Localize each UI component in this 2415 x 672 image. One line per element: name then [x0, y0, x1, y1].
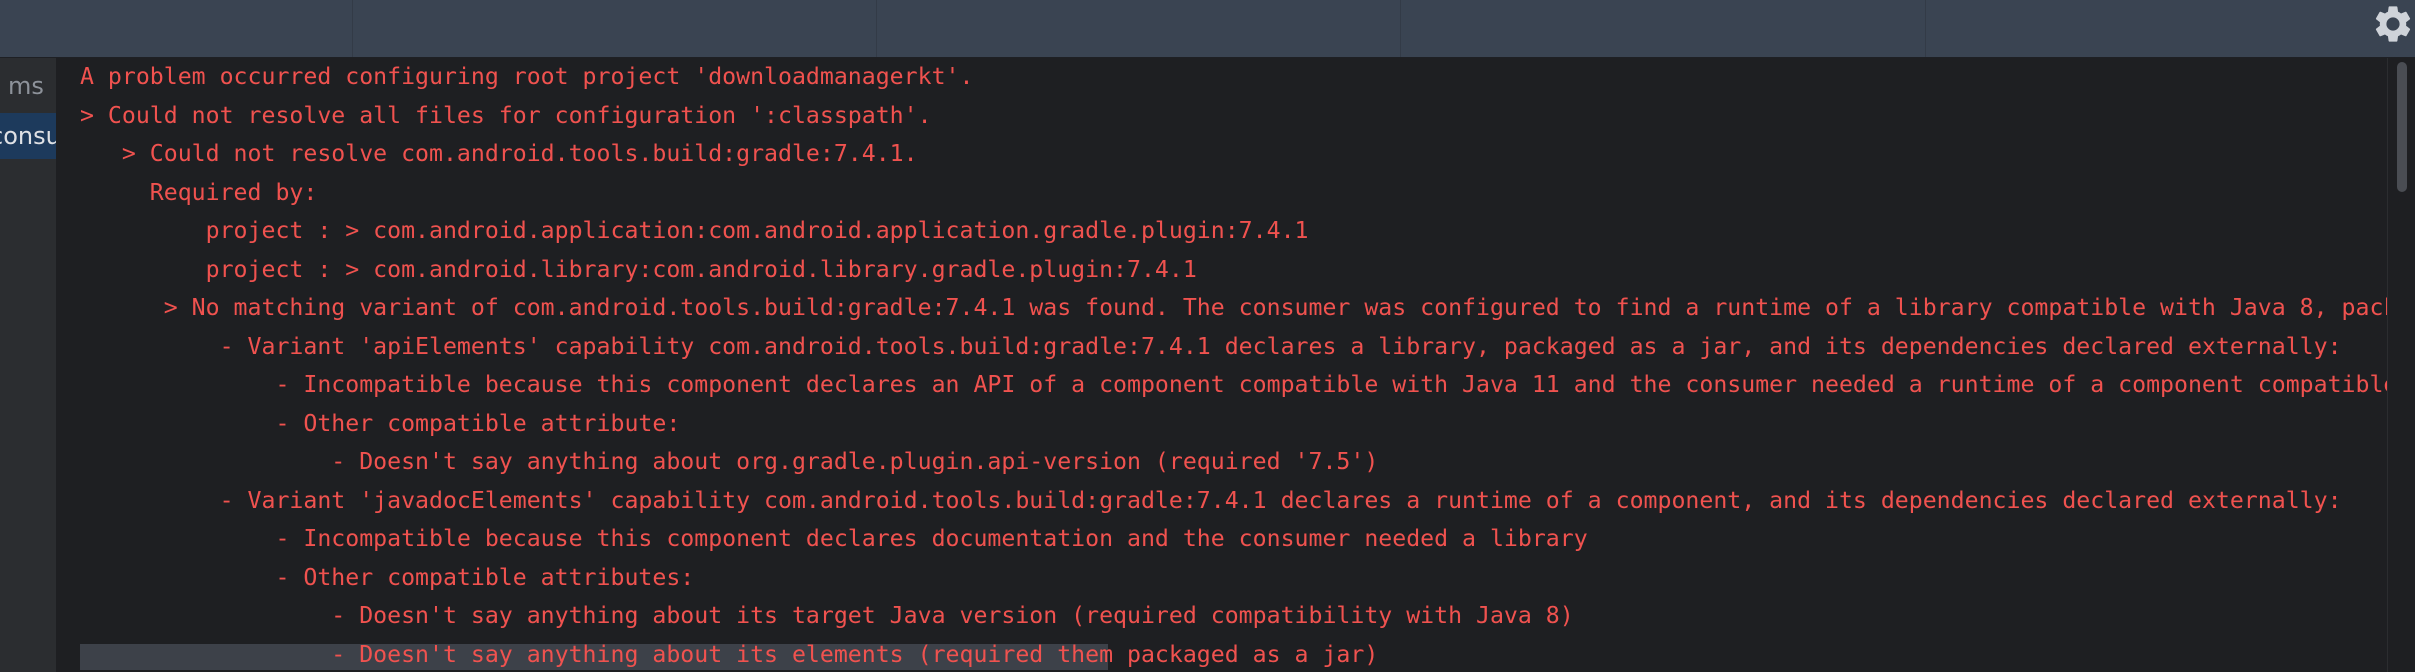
sidebar-item-console[interactable]: consu [0, 113, 56, 159]
console-line: > Could not resolve com.android.tools.bu… [80, 140, 918, 167]
console-line: > Could not resolve all files for config… [80, 101, 932, 129]
console-line: - Doesn't say anything about its target … [80, 602, 1574, 629]
console-line: A problem occurred configuring root proj… [80, 63, 974, 90]
vertical-scrollbar[interactable] [2387, 58, 2415, 672]
console-line: - Incompatible because this component de… [80, 525, 1588, 552]
sidebar-item-label: ms [8, 72, 44, 100]
console-line: - Incompatible because this component de… [80, 371, 2387, 398]
toolbar-divider [876, 0, 877, 57]
toolbar-divider [1400, 0, 1401, 57]
console-line: - Other compatible attribute: [80, 409, 681, 437]
sidebar-item-label: consu [0, 122, 56, 150]
top-toolbar [0, 0, 2415, 58]
gear-icon[interactable] [2371, 2, 2415, 46]
sidebar-item-ms[interactable]: ms [0, 63, 56, 109]
toolbar-divider [1925, 0, 1926, 57]
app-window: ms consu A problem occurred configuring … [0, 0, 2415, 672]
tool-window-sidebar: ms consu [0, 58, 57, 672]
console-line: project : > com.android.library:com.andr… [80, 255, 1197, 283]
console-line: Required by: [80, 178, 318, 206]
scrollbar-thumb[interactable] [2397, 62, 2407, 192]
console-line: - Doesn't say anything about org.gradle.… [80, 448, 1379, 475]
console-line: - Doesn't say anything about its element… [80, 640, 1379, 668]
toolbar-divider [352, 0, 353, 57]
console-line: - Variant 'javadocElements' capability c… [80, 486, 2342, 514]
console-line: - Other compatible attributes: [80, 563, 695, 591]
build-output-console[interactable]: A problem occurred configuring root proj… [57, 58, 2387, 672]
console-line: project : > com.android.application:com.… [80, 217, 1309, 244]
console-line: > No matching variant of com.android.too… [80, 294, 2387, 321]
console-line: - Variant 'apiElements' capability com.a… [80, 332, 2342, 360]
